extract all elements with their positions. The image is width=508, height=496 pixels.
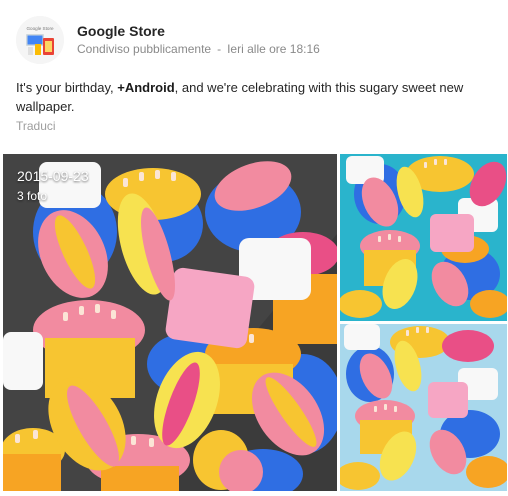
post-timestamp[interactable]: Ieri alle ore 18:16	[227, 42, 320, 56]
translate-link[interactable]: Traduci	[16, 119, 56, 133]
cupcake-wallpaper-image	[3, 154, 337, 491]
post-text: It's your birthday, +Android, and we're …	[16, 78, 486, 116]
post-text-before: It's your birthday,	[16, 80, 118, 95]
avatar[interactable]: Google Store	[16, 16, 64, 64]
post-header: Google Store Google Store Condiviso pubb…	[16, 16, 496, 64]
cupcake-teal-image	[340, 154, 507, 321]
avatar-label: Google Store	[26, 26, 54, 31]
author-name[interactable]: Google Store	[77, 23, 165, 39]
photo-gallery: 2015-09-23 3 foto	[3, 154, 507, 491]
cupcake-lightblue-image	[340, 324, 507, 491]
main-photo[interactable]: 2015-09-23 3 foto	[3, 154, 337, 491]
meta-separator: -	[217, 42, 222, 56]
thumb-photo-teal[interactable]	[340, 154, 507, 321]
visibility-label: Condiviso pubblicamente	[77, 42, 212, 56]
thumb-photo-lightblue[interactable]	[340, 324, 507, 491]
album-date: 2015-09-23	[17, 168, 89, 184]
post-meta: Condiviso pubblicamente - Ieri alle ore 18…	[77, 42, 320, 56]
google-store-logo-icon: Google Store	[16, 16, 64, 64]
photo-count: 3 foto	[17, 189, 48, 203]
mention-link[interactable]: +Android	[117, 80, 174, 95]
